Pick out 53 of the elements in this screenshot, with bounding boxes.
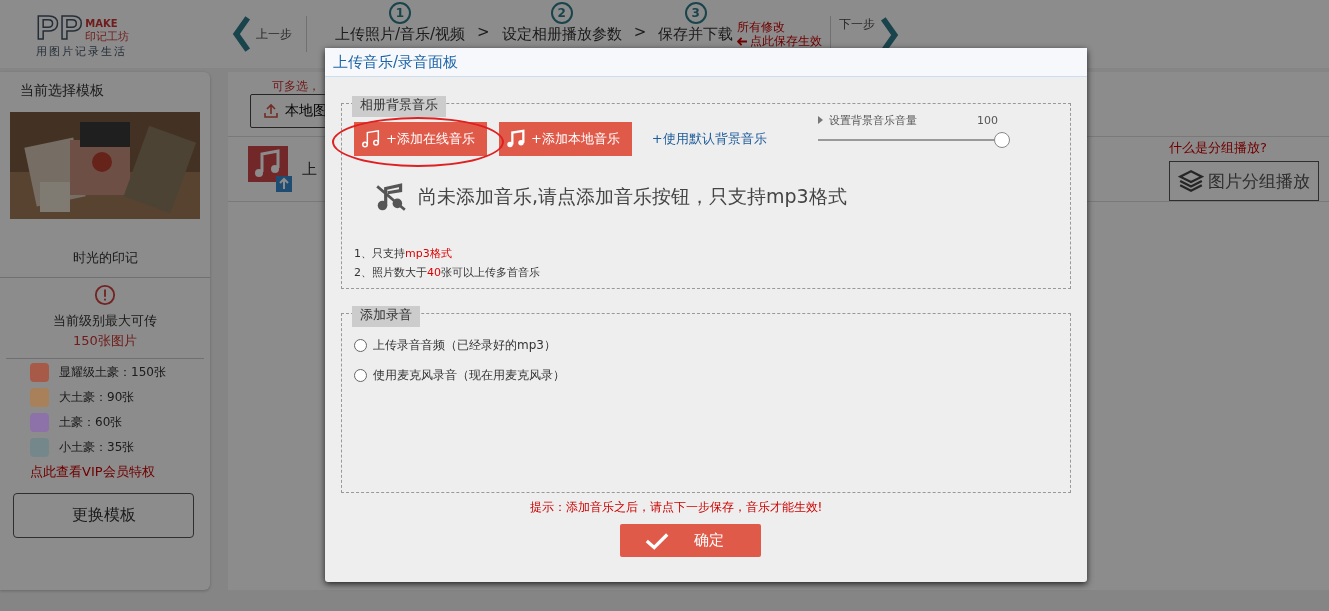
level-label: 显耀级土豪：150张 <box>59 364 166 381</box>
step-label: 保存并下载 <box>658 25 734 43</box>
volume-slider[interactable] <box>818 131 1008 148</box>
level-label: 土豪：60张 <box>59 414 123 431</box>
template-name: 时光的印记 <box>0 219 210 278</box>
limit-value: 150张图片 <box>73 332 137 350</box>
note-text: 2、照片数大于40张可以上传多首音乐 <box>354 265 541 281</box>
volume-label: 设置背景音乐音量 <box>829 112 918 128</box>
music-upload-icon <box>248 146 294 192</box>
section-legend: 添加录音 <box>352 306 420 327</box>
save-hint-line: 所有修改 <box>737 20 787 34</box>
tip-text: 提示：添加音乐之后，请点下一步保存，音乐才能生效! <box>528 499 824 516</box>
change-template-button[interactable]: 更换模板 <box>13 493 194 538</box>
radio-label[interactable]: 使用麦克风录音（现在用麦克风录） <box>373 366 565 384</box>
step-label: 上传照片/音乐/视频 <box>335 25 466 43</box>
empty-music-message: 尚未添加音乐,请点添加音乐按钮，只支持mp3格式 <box>418 184 847 209</box>
note-text: 1、只支持mp3格式 <box>354 246 453 262</box>
step-separator: > <box>633 23 647 43</box>
music-note-icon <box>360 128 382 150</box>
save-hint-line[interactable]: 点此保存生效 <box>750 34 823 48</box>
step-separator: > <box>477 23 490 43</box>
add-local-music-button[interactable]: +添加本地音乐 <box>498 122 632 156</box>
radio-button[interactable] <box>354 368 367 382</box>
add-online-music-button[interactable]: +添加在线音乐 <box>354 122 487 156</box>
vip-link[interactable]: 点此查看VIP会员特权 <box>30 463 210 481</box>
music-note-icon <box>504 128 527 150</box>
chevron-left-icon <box>232 15 252 53</box>
triangle-icon <box>818 116 823 124</box>
radio-button[interactable] <box>354 338 367 352</box>
upload-icon <box>263 103 279 119</box>
section-legend: 相册背景音乐 <box>352 96 446 117</box>
sidebar-title: 当前选择模板 <box>19 81 105 100</box>
previous-step-button[interactable]: 上一步 <box>232 16 307 52</box>
default-music-link[interactable]: +使用默认背景音乐 <box>651 130 767 148</box>
level-label: 大土豪：90张 <box>59 389 135 406</box>
group-play-button[interactable]: 图片分组播放 <box>1169 161 1319 201</box>
slider-thumb[interactable] <box>994 131 1010 148</box>
step-number: 2 <box>550 2 573 24</box>
limit-label: 当前级别最大可传 <box>53 312 157 330</box>
radio-label[interactable]: 上传录音音频（已经录好的mp3） <box>373 336 556 354</box>
music-row-label: 上 <box>302 159 317 179</box>
layers-icon <box>1178 168 1204 194</box>
step-number: 1 <box>389 2 412 24</box>
step-number: 3 <box>684 2 707 24</box>
group-play-help-link[interactable]: 什么是分组播放? <box>1169 139 1267 157</box>
arrow-left-icon <box>737 36 749 46</box>
dialog-title: 上传音乐/录音面板 <box>325 48 1087 77</box>
upload-hint: 可多选， <box>272 78 320 95</box>
confirm-button[interactable]: 确定 <box>619 524 761 557</box>
alert-icon <box>94 284 116 306</box>
level-label: 小土豪：35张 <box>59 439 135 456</box>
volume-reading: 100 <box>977 113 998 127</box>
step-label: 设定相册播放参数 <box>501 25 622 43</box>
